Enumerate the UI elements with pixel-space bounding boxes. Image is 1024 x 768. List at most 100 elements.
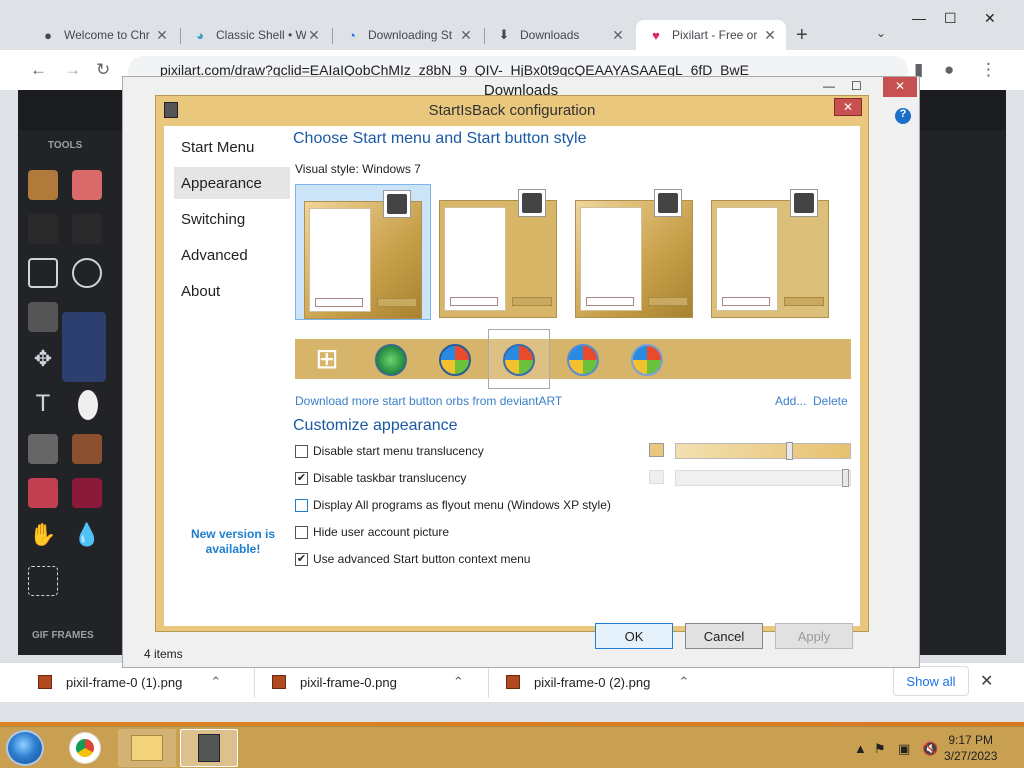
- option-hide-user-picture[interactable]: Hide user account picture: [295, 525, 449, 539]
- new-version-link[interactable]: New version is available!: [178, 527, 288, 557]
- line-tool[interactable]: [72, 214, 102, 244]
- profile-icon[interactable]: ●: [944, 60, 954, 80]
- option-disable-startmenu-translucency[interactable]: Disable start menu translucency: [295, 444, 484, 458]
- windows8-orb-icon[interactable]: ⊞: [311, 344, 343, 376]
- minimize-icon[interactable]: —: [912, 10, 926, 26]
- color-swatch[interactable]: [72, 478, 102, 508]
- tab-downloading[interactable]: ◔ Downloading St ✕: [332, 20, 482, 50]
- style-option-2[interactable]: [431, 184, 567, 320]
- help-icon[interactable]: ?: [895, 108, 911, 124]
- tab-classic-shell[interactable]: ◕ Classic Shell • W ✕: [180, 20, 330, 50]
- checkbox[interactable]: [295, 498, 308, 512]
- eraser-tool[interactable]: [72, 170, 102, 200]
- nav-about[interactable]: About: [174, 275, 290, 307]
- windows-orb-icon[interactable]: [567, 344, 599, 376]
- show-all-button[interactable]: Show all: [893, 666, 969, 696]
- chevron-up-icon[interactable]: ⌃: [678, 674, 689, 690]
- chevron-up-icon[interactable]: ⌃: [453, 674, 464, 690]
- option-advanced-context-menu[interactable]: ✔ Use advanced Start button context menu: [295, 552, 530, 566]
- tab-close-icon[interactable]: ✕: [610, 27, 626, 44]
- start-menu-preview: [439, 189, 557, 318]
- close-icon[interactable]: ✕: [984, 10, 996, 27]
- hand-tool[interactable]: ✋: [28, 522, 58, 552]
- new-tab-icon[interactable]: +: [796, 24, 808, 47]
- close-icon[interactable]: ✕: [980, 671, 993, 691]
- tab-pixilart[interactable]: ♥ Pixilart - Free or ✕: [636, 20, 786, 50]
- style-option-4[interactable]: [703, 184, 839, 320]
- startmenu-opacity-slider[interactable]: [675, 443, 851, 459]
- menu-icon[interactable]: ⋮: [980, 60, 997, 80]
- close-icon[interactable]: ✕: [834, 98, 862, 116]
- ok-button[interactable]: OK: [595, 623, 673, 649]
- selected-tool[interactable]: [62, 312, 106, 382]
- start-button-icon[interactable]: [6, 730, 44, 766]
- style-option-3[interactable]: [567, 184, 703, 320]
- slider-thumb[interactable]: [786, 442, 793, 460]
- download-item[interactable]: pixil-frame-0 (2).png ⌃: [506, 674, 689, 690]
- stamp-tool[interactable]: [72, 434, 102, 464]
- rectangle-tool[interactable]: [28, 258, 58, 288]
- move-tool[interactable]: ✥: [28, 346, 58, 376]
- download-item[interactable]: pixil-frame-0.png ⌃: [272, 674, 464, 690]
- download-orbs-link[interactable]: Download more start button orbs from dev…: [295, 394, 562, 408]
- cancel-button[interactable]: Cancel: [685, 623, 763, 649]
- tab-close-icon[interactable]: ✕: [762, 27, 778, 44]
- nav-appearance[interactable]: Appearance: [174, 167, 290, 199]
- taskbar-color-swatch[interactable]: [649, 470, 664, 484]
- tab-close-icon[interactable]: ✕: [306, 27, 322, 44]
- close-icon[interactable]: ✕: [883, 77, 917, 97]
- checkbox-checked[interactable]: ✔: [295, 471, 308, 485]
- nav-switching[interactable]: Switching: [174, 203, 290, 235]
- brush-tool[interactable]: [28, 214, 58, 244]
- checkbox[interactable]: [295, 525, 308, 539]
- color-picker-tool[interactable]: [28, 478, 58, 508]
- add-orb-link[interactable]: Add...: [775, 394, 806, 408]
- maximize-icon[interactable]: ☐: [851, 79, 862, 93]
- nav-start-menu[interactable]: Start Menu: [174, 131, 290, 163]
- download-item[interactable]: pixil-frame-0 (1).png ⌃: [38, 674, 221, 690]
- file-explorer-taskbar-icon[interactable]: [118, 729, 176, 767]
- chevron-up-icon[interactable]: ⌃: [210, 674, 221, 690]
- tab-search-chevron-icon[interactable]: ⌄: [876, 26, 886, 40]
- select-tool[interactable]: [28, 566, 58, 596]
- apply-button[interactable]: Apply: [775, 623, 853, 649]
- clover-orb-icon[interactable]: [375, 344, 407, 376]
- ellipse-tool[interactable]: [72, 258, 102, 288]
- checkbox[interactable]: [295, 444, 308, 458]
- taskbar-opacity-slider[interactable]: [675, 470, 851, 486]
- action-center-flag-icon[interactable]: ⚑: [874, 741, 886, 757]
- slider-thumb[interactable]: [842, 469, 849, 487]
- reload-icon[interactable]: ↻: [96, 60, 110, 80]
- pattern-tool[interactable]: [28, 434, 58, 464]
- windows7-orb-icon[interactable]: [439, 344, 471, 376]
- show-hidden-icons-icon[interactable]: ▲: [854, 741, 867, 756]
- network-icon[interactable]: ▣: [898, 741, 910, 757]
- tab-close-icon[interactable]: ✕: [154, 27, 170, 44]
- clock[interactable]: 9:17 PM 3/27/2023: [944, 732, 997, 764]
- startisback-taskbar-icon[interactable]: [180, 729, 238, 767]
- volume-muted-icon[interactable]: 🔇: [922, 741, 938, 757]
- back-icon[interactable]: ←: [30, 60, 47, 80]
- checkbox-checked[interactable]: ✔: [295, 552, 308, 566]
- tab-welcome[interactable]: ● Welcome to Chr ✕: [28, 20, 178, 50]
- delete-orb-link[interactable]: Delete: [813, 394, 848, 408]
- option-label: Display All programs as flyout menu (Win…: [313, 498, 611, 512]
- dither-tool[interactable]: [78, 390, 98, 420]
- nav-advanced[interactable]: Advanced: [174, 239, 290, 271]
- option-disable-taskbar-translucency[interactable]: ✔ Disable taskbar translucency: [295, 471, 466, 485]
- drop-tool[interactable]: 💧: [72, 522, 102, 552]
- pencil-tool[interactable]: [28, 170, 58, 200]
- maximize-icon[interactable]: ☐: [944, 10, 957, 27]
- tab-close-icon[interactable]: ✕: [458, 27, 474, 44]
- startmenu-color-swatch[interactable]: [649, 443, 664, 457]
- tab-downloads[interactable]: ⬇ Downloads ✕: [484, 20, 634, 50]
- minimize-icon[interactable]: —: [823, 79, 835, 93]
- windows7-orb-selected-icon[interactable]: [503, 344, 535, 376]
- bucket-tool[interactable]: [28, 302, 58, 332]
- style-option-1[interactable]: [295, 184, 431, 320]
- chrome-taskbar-icon[interactable]: [56, 729, 114, 767]
- forward-icon[interactable]: →: [64, 60, 81, 80]
- windows-orb-icon[interactable]: [631, 344, 663, 376]
- text-tool[interactable]: T: [28, 390, 58, 420]
- option-flyout-menu[interactable]: Display All programs as flyout menu (Win…: [295, 498, 611, 512]
